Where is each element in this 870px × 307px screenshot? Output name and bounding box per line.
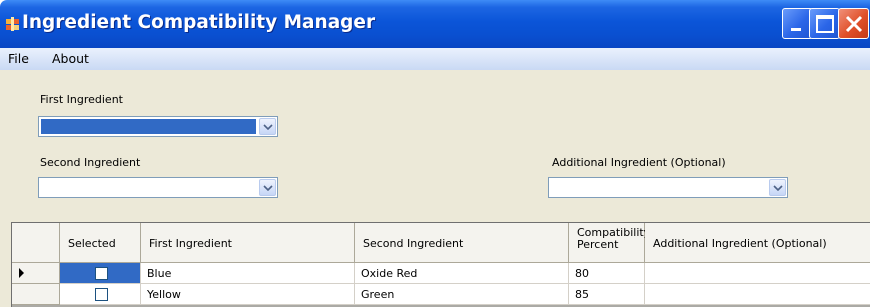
window-title: Ingredient Compatibility Manager xyxy=(22,12,376,33)
maximize-icon xyxy=(816,15,834,33)
menu-file[interactable]: File xyxy=(8,51,29,66)
second-ingredient-label: Second Ingredient xyxy=(40,156,141,169)
column-header-additional-label: Additional Ingredient (Optional) xyxy=(653,237,827,250)
column-header-first-ingredient[interactable]: First Ingredient xyxy=(141,223,355,263)
chevron-down-icon xyxy=(263,185,273,191)
menu-about[interactable]: About xyxy=(52,51,89,66)
cell-text: Blue xyxy=(147,267,172,280)
column-header-additional-ingredient[interactable]: Additional Ingredient (Optional) xyxy=(645,223,870,263)
first-ingredient-value xyxy=(41,119,256,134)
table-cell-percent[interactable]: 80 xyxy=(569,263,645,284)
column-header-second-ingredient[interactable]: Second Ingredient xyxy=(355,223,569,263)
table-cell-second[interactable]: Green xyxy=(355,284,569,305)
second-ingredient-combo[interactable] xyxy=(38,177,278,198)
table-cell-additional[interactable] xyxy=(645,284,870,305)
menu-bar: File About xyxy=(0,48,870,70)
table-cell-selected[interactable] xyxy=(60,284,141,305)
selected-checkbox[interactable] xyxy=(95,288,108,301)
column-header-second-label: Second Ingredient xyxy=(363,237,464,250)
app-icon xyxy=(6,17,19,31)
row-header[interactable] xyxy=(12,263,60,284)
table-cell-additional[interactable] xyxy=(645,263,870,284)
compat-label-line2: Percent xyxy=(577,238,619,251)
current-row-arrow-icon xyxy=(19,268,24,278)
close-button[interactable] xyxy=(838,8,869,39)
ingredients-grid[interactable]: Selected First Ingredient Second Ingredi… xyxy=(11,222,870,307)
first-ingredient-combo[interactable] xyxy=(38,116,278,137)
first-ingredient-label: First Ingredient xyxy=(40,93,123,106)
column-header-compat-label: Compatibility Percent xyxy=(577,227,650,251)
table-cell-first[interactable]: Yellow xyxy=(141,284,355,305)
cell-text: 80 xyxy=(575,267,589,280)
chevron-down-icon xyxy=(773,185,783,191)
column-header-first-label: First Ingredient xyxy=(149,237,232,250)
additional-ingredient-dropdown-button[interactable] xyxy=(769,179,786,196)
column-header-selected[interactable]: Selected xyxy=(60,223,141,263)
chevron-down-icon xyxy=(263,124,273,130)
row-header[interactable] xyxy=(12,284,60,305)
close-icon xyxy=(845,15,863,33)
first-ingredient-dropdown-button[interactable] xyxy=(259,118,276,135)
selected-checkbox[interactable] xyxy=(95,267,108,280)
cell-text: 85 xyxy=(575,288,589,301)
column-header-compatibility-percent[interactable]: Compatibility Percent xyxy=(569,223,650,263)
row-header-corner xyxy=(12,223,60,263)
additional-ingredient-label: Additional Ingredient (Optional) xyxy=(552,156,726,169)
table-cell-first[interactable]: Blue xyxy=(141,263,355,284)
additional-ingredient-combo[interactable] xyxy=(548,177,788,198)
title-bar[interactable]: Ingredient Compatibility Manager xyxy=(0,0,870,48)
table-cell-percent[interactable]: 85 xyxy=(569,284,645,305)
cell-text: Green xyxy=(361,288,395,301)
second-ingredient-dropdown-button[interactable] xyxy=(259,179,276,196)
cell-text: Yellow xyxy=(147,288,181,301)
cell-text: Oxide Red xyxy=(361,267,418,280)
maximize-button[interactable] xyxy=(809,8,840,39)
column-header-selected-label: Selected xyxy=(68,237,116,250)
table-cell-second[interactable]: Oxide Red xyxy=(355,263,569,284)
table-cell-selected[interactable] xyxy=(60,263,141,284)
